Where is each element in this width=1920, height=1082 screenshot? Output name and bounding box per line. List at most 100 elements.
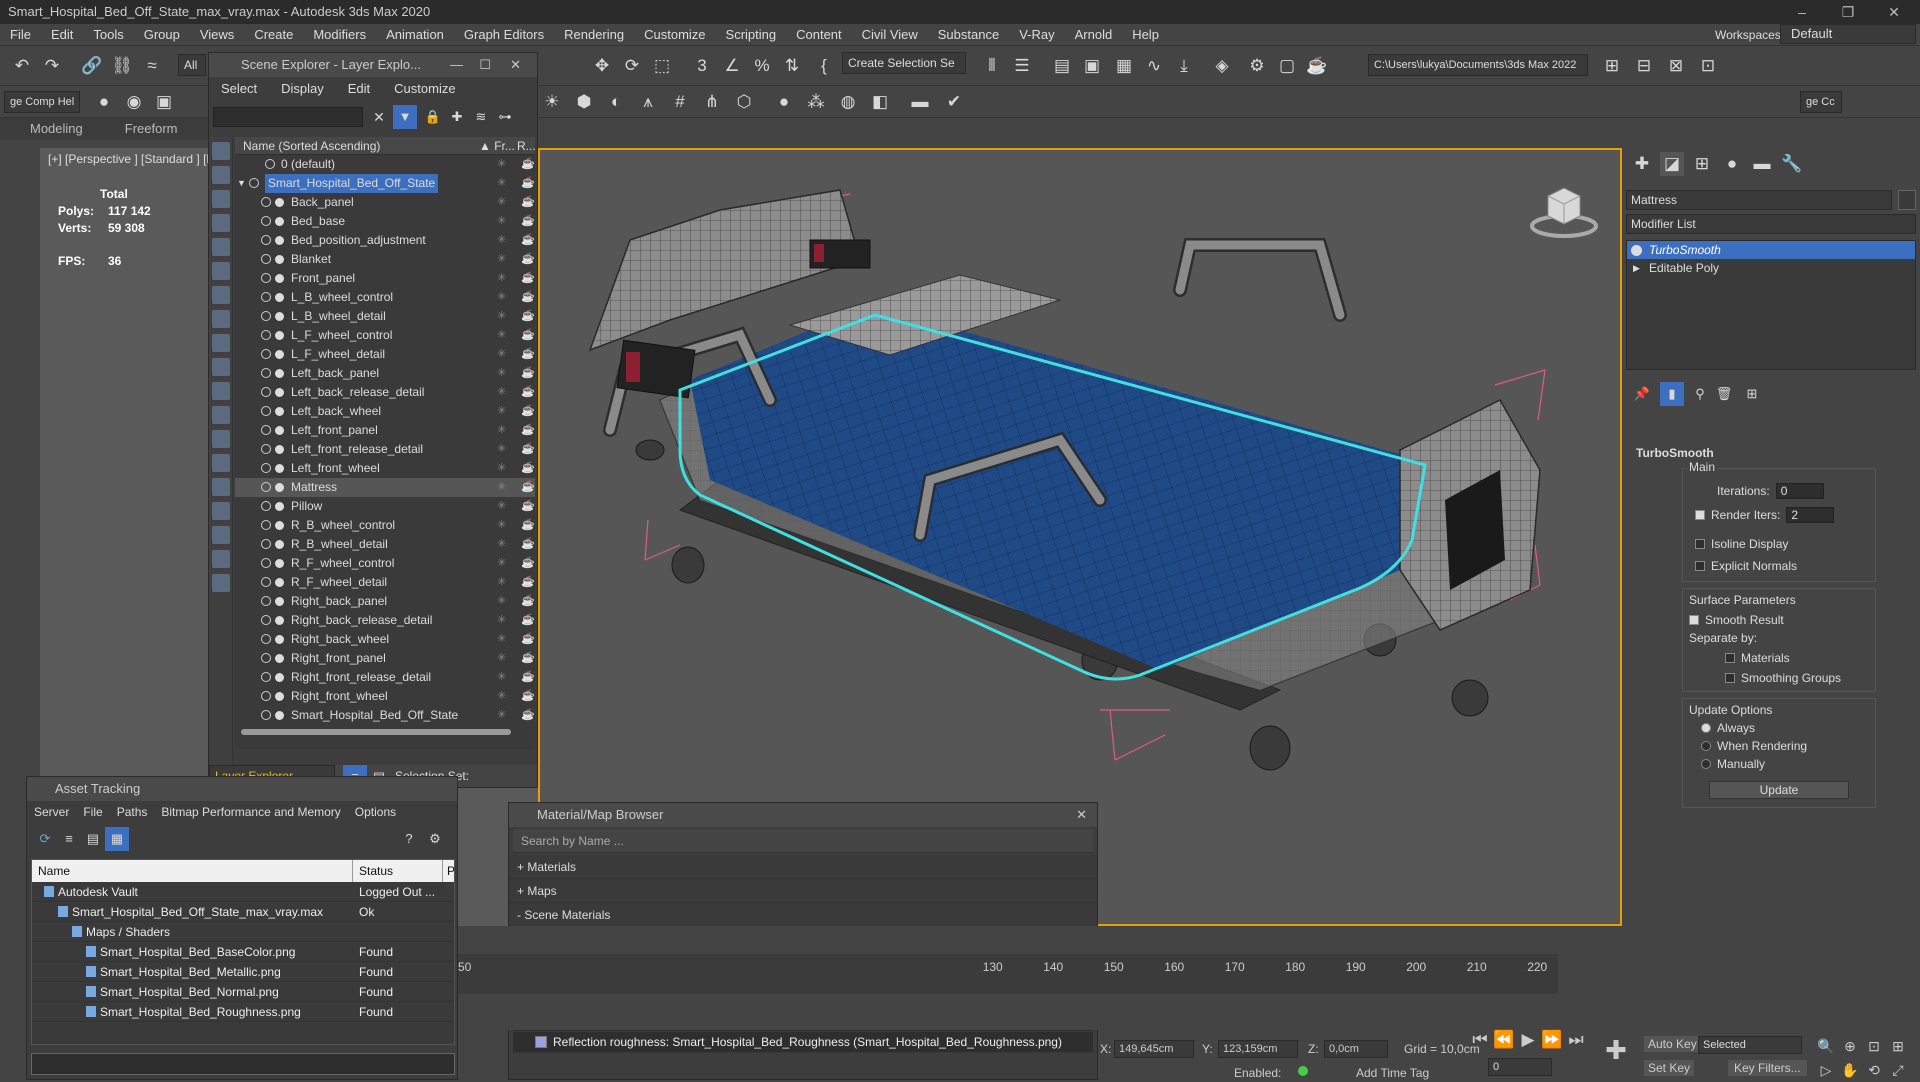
se-column-header[interactable]: Name (Sorted Ascending) ▲ Fr... R... — [235, 137, 536, 155]
object-row[interactable]: L_F_wheel_detail ✳ ☕ — [235, 345, 535, 364]
explicit-normals-checkbox[interactable] — [1695, 561, 1705, 571]
at-col-p[interactable]: P — [442, 860, 455, 882]
hierarchy-tab-icon[interactable]: ⊞ — [1690, 152, 1714, 176]
visibility-icon[interactable] — [261, 634, 271, 644]
render-teapot-icon[interactable]: ☕ — [521, 193, 535, 212]
render-iters-checkbox[interactable] — [1695, 510, 1705, 520]
render-frame-icon[interactable]: ▢ — [1275, 54, 1299, 78]
selection-filter-icon[interactable] — [212, 526, 230, 544]
freeze-icon[interactable]: ✳ — [497, 288, 506, 307]
project-folder-icon[interactable]: ⊞ — [1600, 54, 1624, 78]
paint-icon[interactable]: ◍ — [836, 90, 860, 114]
scene-explorer-icon[interactable]: ▦ — [1112, 54, 1136, 78]
stack-item-editable-poly[interactable]: ▶ Editable Poly — [1627, 259, 1915, 277]
list-view-icon[interactable]: ≡ — [57, 827, 81, 851]
none-filter-icon[interactable] — [212, 478, 230, 496]
invert-filter-icon[interactable] — [212, 502, 230, 520]
object-row[interactable]: Left_front_release_detail ✳ ☕ — [235, 440, 535, 459]
menu-customize[interactable]: Customize — [634, 24, 715, 46]
schematic-view-icon[interactable]: ⤓ — [1172, 54, 1196, 78]
frame-buffer-icon[interactable]: ▬ — [908, 90, 932, 114]
modify-tab-icon[interactable]: ◪ — [1660, 152, 1684, 176]
close-icon[interactable]: ✕ — [1076, 803, 1087, 827]
render-teapot-icon[interactable]: ☕ — [521, 668, 535, 687]
render-teapot-icon[interactable]: ☕ — [521, 573, 535, 592]
column-name[interactable]: Name (Sorted Ascending) — [243, 139, 380, 153]
at-col-name[interactable]: Name — [38, 860, 70, 882]
geometry-filter-icon[interactable] — [212, 166, 230, 184]
object-row[interactable]: Front_panel ✳ ☕ — [235, 269, 535, 288]
zoom-all-icon[interactable]: ⊕ — [1838, 1034, 1862, 1058]
render-teapot-icon[interactable]: ☕ — [521, 307, 535, 326]
hidden-filter-icon[interactable] — [212, 430, 230, 448]
visibility-icon[interactable] — [261, 235, 271, 245]
object-row[interactable]: Mattress ✳ ☕ — [235, 478, 535, 497]
visibility-icon[interactable] — [261, 425, 271, 435]
visibility-icon[interactable] — [261, 520, 271, 530]
clear-search-icon[interactable]: ✕ — [367, 105, 391, 129]
menu-vray[interactable]: V-Ray — [1009, 24, 1064, 46]
update-button[interactable]: Update — [1709, 781, 1849, 799]
at-menu-server[interactable]: Server — [27, 801, 76, 823]
expand-arrow-icon[interactable]: ▼ — [237, 174, 246, 193]
menu-substance[interactable]: Substance — [928, 24, 1009, 46]
render-teapot-icon[interactable]: ☕ — [521, 402, 535, 421]
freeze-icon[interactable]: ✳ — [497, 478, 506, 497]
render-setup-icon[interactable]: ⚙ — [1245, 54, 1269, 78]
render-teapot-icon[interactable]: ☕ — [521, 288, 535, 307]
object-row[interactable]: Bed_base ✳ ☕ — [235, 212, 535, 231]
render-teapot-icon[interactable]: ☕ — [521, 706, 535, 725]
comp-help-label[interactable]: ge Comp Hel — [4, 91, 80, 113]
table-view-icon[interactable]: ▤ — [81, 827, 105, 851]
project-options-icon[interactable]: ⊠ — [1664, 54, 1688, 78]
menu-help[interactable]: Help — [1122, 24, 1169, 46]
cube-icon[interactable]: ⬢ — [572, 90, 596, 114]
align-icon[interactable]: ☰ — [1010, 54, 1034, 78]
render-teapot-icon[interactable]: ☕ — [521, 630, 535, 649]
object-name-field[interactable]: Mattress — [1626, 190, 1892, 210]
menu-group[interactable]: Group — [134, 24, 190, 46]
selection-filter-dropdown[interactable]: All — [178, 54, 206, 76]
filter-icon[interactable]: ▼ — [393, 105, 417, 129]
menu-scripting[interactable]: Scripting — [716, 24, 787, 46]
spinner-snap-icon[interactable]: ⇅ — [780, 54, 804, 78]
auto-key-button[interactable]: Auto Key — [1644, 1036, 1701, 1052]
groups-filter-icon[interactable] — [212, 310, 230, 328]
render-teapot-icon[interactable]: ☕ — [521, 326, 535, 345]
se-menu-display[interactable]: Display — [269, 77, 336, 101]
all-filter-icon[interactable] — [212, 454, 230, 472]
visibility-icon[interactable] — [261, 653, 271, 663]
scene-explorer-titlebar[interactable]: Scene Explorer - Layer Explo... — ☐ ✕ — [209, 53, 537, 77]
sun-icon[interactable]: ☀ — [540, 90, 564, 114]
go-to-end-icon[interactable]: ⏭ — [1564, 1028, 1588, 1052]
enabled-indicator-icon[interactable] — [1298, 1066, 1308, 1076]
render-teapot-icon[interactable]: ☕ — [521, 649, 535, 668]
utilities-tab-icon[interactable]: 🔧 — [1780, 152, 1804, 176]
visibility-icon[interactable] — [261, 273, 271, 283]
spacewarps-filter-icon[interactable] — [212, 286, 230, 304]
section-materials[interactable]: + Materials — [509, 855, 1097, 879]
workspaces-dropdown[interactable]: Default — [1780, 24, 1916, 44]
render-teapot-icon[interactable]: ☕ — [521, 383, 535, 402]
object-row[interactable]: L_F_wheel_control ✳ ☕ — [235, 326, 535, 345]
freeze-icon[interactable]: ✳ — [497, 706, 506, 725]
object-row[interactable]: Right_front_wheel ✳ ☕ — [235, 687, 535, 706]
freeze-icon[interactable]: ✳ — [497, 421, 506, 440]
redo-icon[interactable]: ↷ — [40, 54, 64, 78]
project-path-dropdown[interactable]: C:\Users\lukya\Documents\3ds Max 2022 — [1368, 54, 1588, 76]
se-horizontal-scrollbar[interactable] — [241, 729, 511, 735]
current-frame-field[interactable]: 0 — [1488, 1058, 1552, 1076]
maximize-button[interactable]: ❐ — [1826, 0, 1870, 24]
configure-sets-icon[interactable]: ⊞ — [1740, 382, 1764, 406]
remove-modifier-icon[interactable]: 🗑 — [1712, 382, 1736, 406]
freeze-icon[interactable]: ✳ — [497, 497, 506, 516]
section-scene-materials[interactable]: - Scene Materials — [509, 903, 1097, 927]
object-row[interactable]: Left_front_wheel ✳ ☕ — [235, 459, 535, 478]
key-filters-button[interactable]: Key Filters... — [1728, 1060, 1807, 1076]
freeze-icon[interactable]: ✳ — [497, 535, 506, 554]
play-icon[interactable]: ▶ — [1516, 1028, 1540, 1052]
menu-edit[interactable]: Edit — [41, 24, 83, 46]
link-icon[interactable]: 🔗 — [80, 54, 104, 78]
grid-icon[interactable]: # — [668, 90, 692, 114]
box-icon[interactable]: ▣ — [152, 90, 176, 114]
